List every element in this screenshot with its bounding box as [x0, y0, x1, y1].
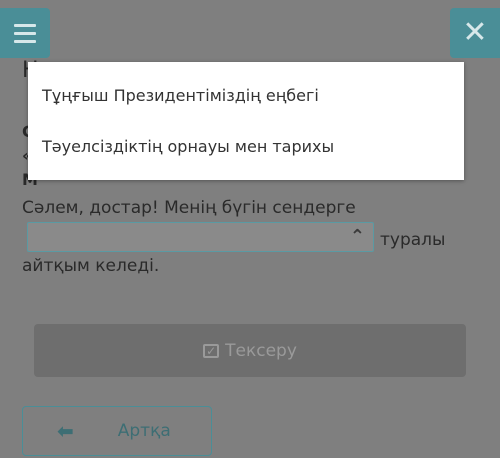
- select-option[interactable]: Тұңғыш Президентіміздің еңбегі: [42, 86, 319, 105]
- chevron-up-icon: ⌃: [349, 226, 365, 247]
- answer-select[interactable]: ⌃: [27, 222, 374, 252]
- prompt-text: Сәлем, достар! Менің бүгін сендерге: [22, 198, 356, 218]
- close-icon: ✕: [462, 15, 488, 50]
- check-button[interactable]: ✓ Тексеру: [34, 324, 466, 377]
- check-button-label: Тексеру: [225, 340, 297, 361]
- menu-button[interactable]: [0, 8, 50, 58]
- hamburger-icon: [14, 39, 36, 43]
- check-square-icon: ✓: [203, 343, 220, 358]
- hamburger-icon: [14, 31, 36, 35]
- select-option[interactable]: Тәуелсіздіктің орнауы мен тарихы: [42, 137, 334, 156]
- close-button[interactable]: ✕: [450, 8, 500, 58]
- prompt-text-after: туралы: [380, 230, 446, 250]
- arrow-left-icon: ⬅: [57, 419, 74, 443]
- select-dropdown: Тұңғыш Президентіміздің еңбегі Тәуелсізд…: [28, 62, 464, 180]
- back-button[interactable]: ⬅ Артқа: [22, 406, 212, 456]
- prompt-text-end: айтқым келеді.: [22, 256, 160, 276]
- back-button-label: Артқа: [117, 421, 171, 441]
- hamburger-icon: [14, 23, 36, 27]
